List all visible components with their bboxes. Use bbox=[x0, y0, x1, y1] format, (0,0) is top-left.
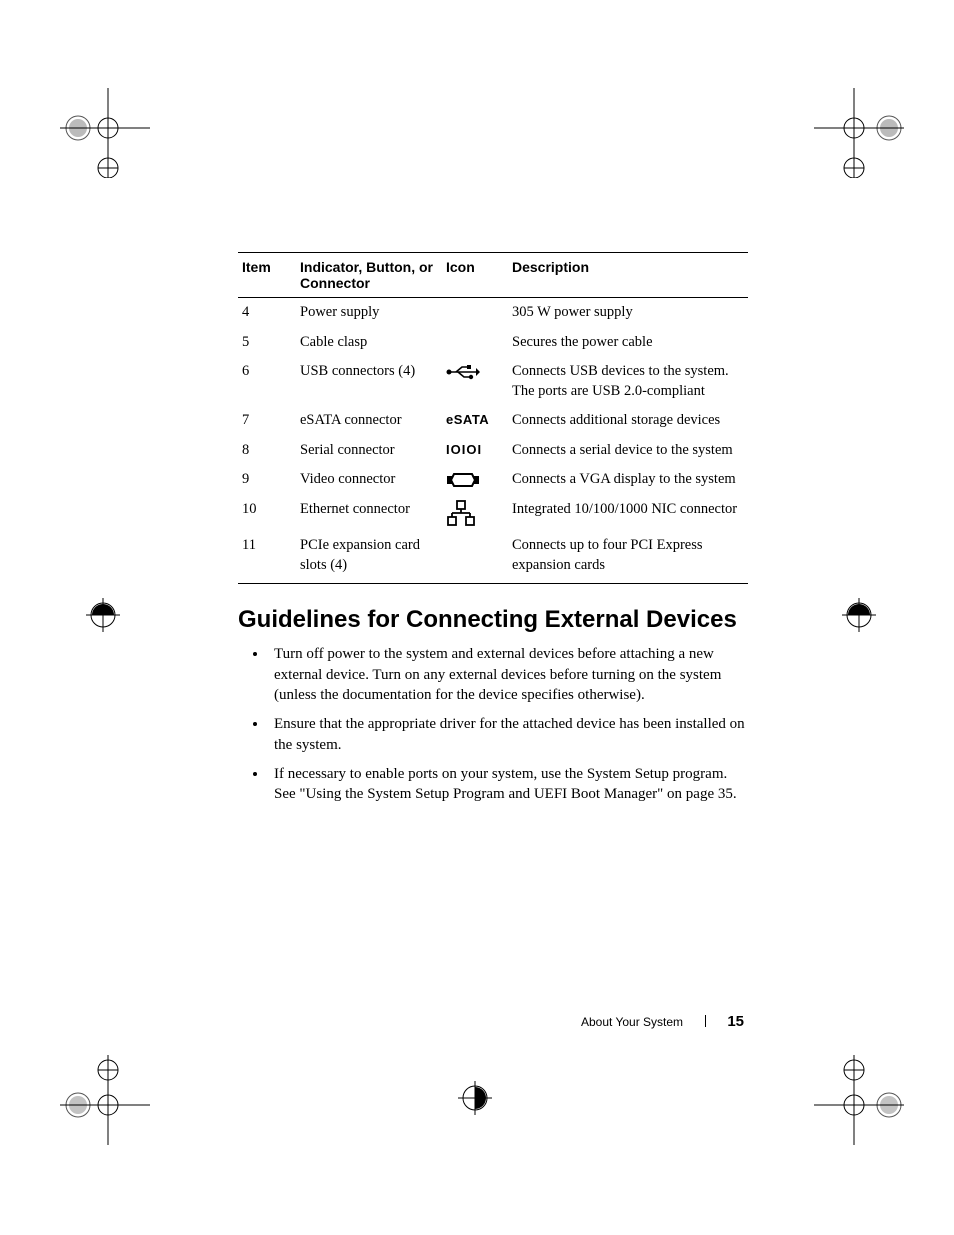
registration-mark-icon bbox=[60, 88, 150, 178]
cell-indicator: eSATA connector bbox=[300, 406, 446, 436]
cell-indicator: USB connectors (4) bbox=[300, 357, 446, 406]
cell-indicator: Power supply bbox=[300, 298, 446, 328]
table-row: 7 eSATA connector eSATA Connects additio… bbox=[238, 406, 748, 436]
cell-item: 10 bbox=[238, 495, 300, 531]
table-row: 5 Cable clasp Secures the power cable bbox=[238, 328, 748, 358]
connector-table: Item Indicator, Button, or Connector Ico… bbox=[238, 252, 748, 584]
cell-item: 8 bbox=[238, 436, 300, 466]
header-description: Description bbox=[512, 253, 748, 298]
cell-icon bbox=[446, 531, 512, 584]
cell-item: 4 bbox=[238, 298, 300, 328]
list-item: If necessary to enable ports on your sys… bbox=[268, 764, 748, 805]
registration-mark-icon bbox=[60, 1055, 150, 1145]
page-footer: About Your System 15 bbox=[344, 1013, 744, 1030]
cell-description: Connects USB devices to the system. The … bbox=[512, 357, 748, 406]
header-icon: Icon bbox=[446, 253, 512, 298]
cell-icon bbox=[446, 298, 512, 328]
footer-separator bbox=[705, 1015, 706, 1027]
registration-mark-icon bbox=[78, 590, 128, 640]
list-item: Turn off power to the system and externa… bbox=[268, 644, 748, 706]
table-row: 4 Power supply 305 W power supply bbox=[238, 298, 748, 328]
cell-item: 6 bbox=[238, 357, 300, 406]
cell-description: 305 W power supply bbox=[512, 298, 748, 328]
registration-mark-icon bbox=[450, 1073, 500, 1123]
cell-description: Connects a serial device to the system bbox=[512, 436, 748, 466]
esata-icon: eSATA bbox=[446, 406, 512, 436]
cell-item: 5 bbox=[238, 328, 300, 358]
cell-indicator: Video connector bbox=[300, 465, 446, 495]
guidelines-list: Turn off power to the system and externa… bbox=[238, 644, 748, 805]
header-item: Item bbox=[238, 253, 300, 298]
cell-description: Connects a VGA display to the system bbox=[512, 465, 748, 495]
section-heading: Guidelines for Connecting External Devic… bbox=[238, 606, 748, 634]
cell-description: Integrated 10/100/1000 NIC connector bbox=[512, 495, 748, 531]
cell-description: Connects up to four PCI Express expansio… bbox=[512, 531, 748, 584]
usb-icon bbox=[446, 357, 512, 406]
table-row: 6 USB connectors (4) Connects USB device… bbox=[238, 357, 748, 406]
table-row: 9 Video connector Connects a VGA display… bbox=[238, 465, 748, 495]
serial-icon: IOIOI bbox=[446, 436, 512, 466]
page-content: Item Indicator, Button, or Connector Ico… bbox=[238, 252, 748, 813]
cell-item: 7 bbox=[238, 406, 300, 436]
vga-icon bbox=[446, 465, 512, 495]
ethernet-icon bbox=[446, 495, 512, 531]
cell-description: Secures the power cable bbox=[512, 328, 748, 358]
table-row: 11 PCIe expansion card slots (4) Connect… bbox=[238, 531, 748, 584]
header-indicator: Indicator, Button, or Connector bbox=[300, 253, 446, 298]
cell-indicator: PCIe expansion card slots (4) bbox=[300, 531, 446, 584]
cell-indicator: Serial connector bbox=[300, 436, 446, 466]
footer-section-name: About Your System bbox=[581, 1015, 683, 1029]
cell-indicator: Ethernet connector bbox=[300, 495, 446, 531]
registration-mark-icon bbox=[804, 88, 904, 178]
registration-mark-icon bbox=[834, 590, 884, 640]
page-number: 15 bbox=[727, 1013, 744, 1030]
cell-description: Connects additional storage devices bbox=[512, 406, 748, 436]
cell-icon bbox=[446, 328, 512, 358]
registration-mark-icon bbox=[804, 1055, 904, 1145]
cell-item: 11 bbox=[238, 531, 300, 584]
cell-item: 9 bbox=[238, 465, 300, 495]
cell-indicator: Cable clasp bbox=[300, 328, 446, 358]
table-row: 10 Ethernet connector Integrated 10/100/… bbox=[238, 495, 748, 531]
list-item: Ensure that the appropriate driver for t… bbox=[268, 714, 748, 755]
table-row: 8 Serial connector IOIOI Connects a seri… bbox=[238, 436, 748, 466]
